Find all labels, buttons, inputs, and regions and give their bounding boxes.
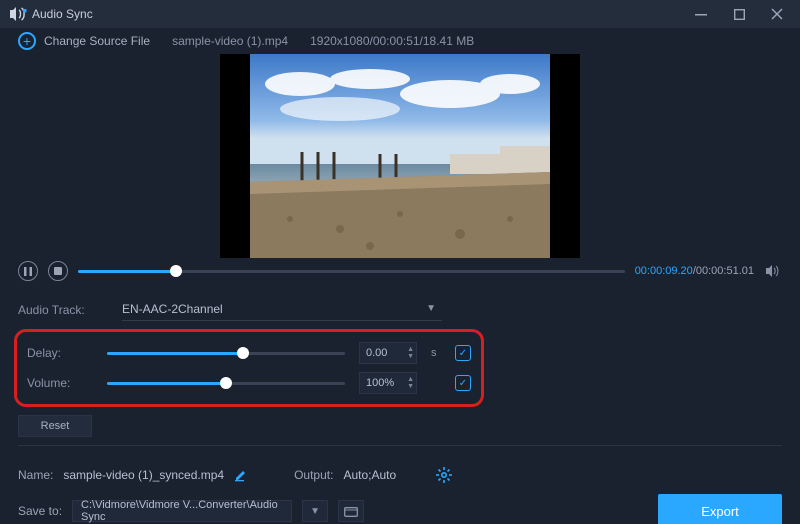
export-button[interactable]: Export [658, 494, 782, 524]
stepper-arrows-icon[interactable]: ▲▼ [407, 346, 414, 360]
source-info: 1920x1080/00:00:51/18.41 MB [310, 34, 474, 48]
highlighted-controls: Delay: 0.00 ▲▼ s ✓ Volume: 100% ▲▼ [14, 329, 484, 407]
stepper-arrows-icon[interactable]: ▲▼ [407, 376, 414, 390]
delay-apply-toggle[interactable]: ✓ [455, 345, 471, 361]
audio-track-label: Audio Track: [18, 303, 108, 317]
audio-controls: Audio Track: EN-AAC-2Channel ▼ Delay: 0.… [0, 285, 800, 452]
divider [18, 445, 782, 446]
output-name-value: sample-video (1)_synced.mp4 [63, 468, 224, 482]
delay-value: 0.00 [366, 347, 387, 359]
current-time: 00:00:09.20 [635, 265, 693, 277]
output-label: Output: [294, 468, 333, 482]
video-preview[interactable] [220, 54, 580, 258]
volume-label: Volume: [27, 376, 93, 390]
name-label: Name: [18, 468, 53, 482]
delay-label: Delay: [27, 346, 93, 360]
volume-icon[interactable] [764, 262, 782, 280]
output-section: Name: sample-video (1)_synced.mp4 Output… [0, 452, 800, 524]
close-button[interactable] [758, 0, 796, 28]
open-folder-button[interactable] [338, 500, 364, 522]
output-format-value: Auto;Auto [343, 468, 396, 482]
titlebar: Audio Sync [0, 0, 800, 28]
change-source-button[interactable]: + Change Source File [18, 32, 150, 50]
output-settings-button[interactable] [436, 467, 452, 483]
plus-circle-icon: + [18, 32, 36, 50]
delay-slider[interactable] [107, 343, 345, 363]
app-title: Audio Sync [32, 7, 93, 21]
volume-slider[interactable] [107, 373, 345, 393]
seek-slider[interactable] [78, 261, 625, 281]
minimize-button[interactable] [682, 0, 720, 28]
volume-value: 100% [366, 377, 394, 389]
edit-name-button[interactable] [234, 468, 248, 482]
timecode: 00:00:09.20/00:00:51.01 [635, 265, 754, 277]
player-bar: 00:00:09.20/00:00:51.01 [0, 258, 800, 285]
change-source-label: Change Source File [44, 34, 150, 48]
source-filename: sample-video (1).mp4 [172, 34, 288, 48]
total-time: 00:00:51.01 [696, 265, 754, 277]
volume-input[interactable]: 100% ▲▼ [359, 372, 417, 394]
path-dropdown-button[interactable]: ▼ [302, 500, 328, 522]
audio-track-select[interactable]: EN-AAC-2Channel ▼ [122, 299, 442, 321]
audio-track-value: EN-AAC-2Channel [122, 302, 223, 316]
delay-unit: s [431, 347, 441, 359]
preview-area [0, 54, 800, 258]
volume-apply-toggle[interactable]: ✓ [455, 375, 471, 391]
chevron-down-icon: ▼ [426, 303, 436, 314]
app-icon [8, 4, 28, 24]
stop-button[interactable] [48, 261, 68, 281]
save-path-field[interactable]: C:\Vidmore\Vidmore V...Converter\Audio S… [72, 500, 292, 522]
save-to-label: Save to: [18, 504, 62, 518]
source-row: + Change Source File sample-video (1).mp… [0, 28, 800, 54]
maximize-button[interactable] [720, 0, 758, 28]
play-pause-button[interactable] [18, 261, 38, 281]
delay-input[interactable]: 0.00 ▲▼ [359, 342, 417, 364]
reset-button[interactable]: Reset [18, 415, 92, 437]
